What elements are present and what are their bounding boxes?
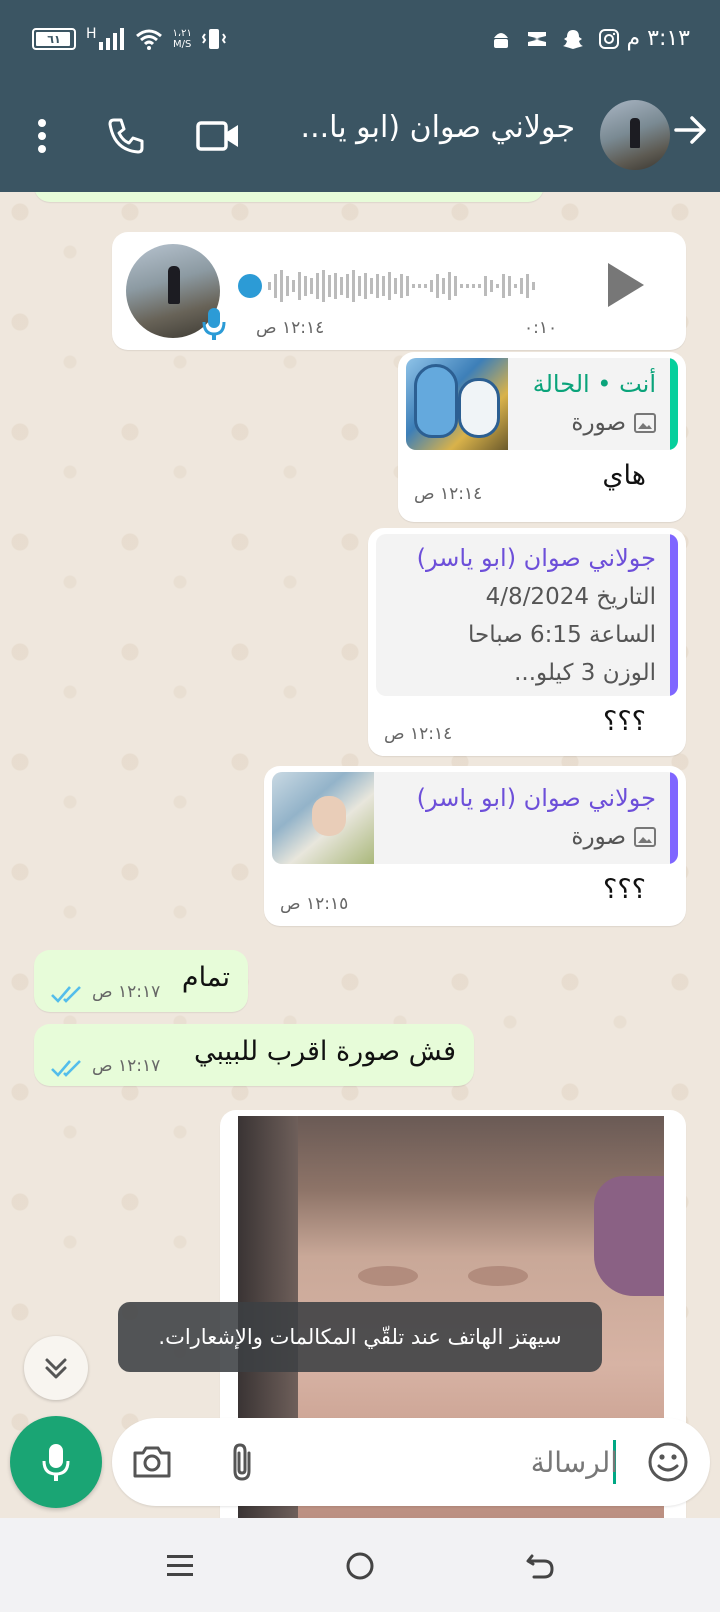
- message-time: ١٢:١٥ ص: [280, 894, 349, 914]
- camera-button[interactable]: [128, 1438, 176, 1486]
- quote-line: التاريخ 4/8/2024: [485, 584, 656, 610]
- quote-sender: جولاني صوان (ابو ياسر): [416, 784, 656, 812]
- voice-record-button[interactable]: [10, 1416, 102, 1508]
- more-options-button[interactable]: [20, 114, 64, 158]
- home-circle-icon: [346, 1552, 374, 1580]
- camera-icon: [133, 1446, 171, 1478]
- quote-sender: أنت • الحالة: [532, 370, 656, 398]
- message-time: ١٢:١٤ ص: [256, 318, 325, 338]
- quote-media-label: صورة: [571, 410, 656, 436]
- menu-icon: [167, 1555, 193, 1576]
- quote-bar: [670, 358, 678, 450]
- top-bar: ٦١ H ١،٢١ M/S ٣:١٣ م جولاني صوان (ابو يا.…: [0, 0, 720, 192]
- message-input[interactable]: [288, 1432, 618, 1492]
- voice-call-button[interactable]: [104, 114, 148, 158]
- status-thumbnail: [406, 358, 508, 450]
- more-options-icon: [38, 119, 46, 153]
- message-composer: [112, 1418, 710, 1506]
- image-icon: [634, 827, 656, 847]
- quoted-message[interactable]: جولاني صوان (ابو ياسر) التاريخ 4/8/2024 …: [376, 534, 678, 696]
- attach-button[interactable]: [218, 1438, 266, 1486]
- system-nav-bar: [0, 1518, 720, 1612]
- voice-duration: ٠:١٠: [524, 318, 558, 338]
- quote-line: الساعة 6:15 صباحا: [468, 622, 656, 648]
- message-text: ؟؟؟: [603, 706, 646, 737]
- reply-image-bubble[interactable]: جولاني صوان (ابو ياسر) صورة ؟؟؟ ١٢:١٥ ص: [264, 766, 686, 926]
- reply-status-bubble[interactable]: أنت • الحالة صورة هاي ١٢:١٤ ص: [398, 352, 686, 522]
- quote-line: الوزن 3 كيلو...: [514, 660, 656, 686]
- voice-waveform: [238, 270, 535, 302]
- image-icon: [634, 413, 656, 433]
- home-button[interactable]: [338, 1544, 382, 1588]
- message-time: ١٢:١٧ ص: [92, 982, 161, 1002]
- battery-icon: ٦١: [32, 28, 76, 50]
- quote-sender: جولاني صوان (ابو ياسر): [416, 544, 656, 572]
- quoted-status[interactable]: أنت • الحالة صورة: [406, 358, 678, 450]
- message-text: ؟؟؟: [603, 874, 646, 905]
- battery-level: ٦١: [47, 32, 61, 46]
- message-text: فش صورة اقرب للبيبي: [194, 1036, 456, 1067]
- message-time: ١٢:١٤ ص: [384, 724, 453, 744]
- message-time: ١٢:١٧ ص: [92, 1056, 161, 1076]
- emoji-button[interactable]: [644, 1438, 692, 1486]
- read-ticks-icon: [51, 986, 81, 1003]
- vibrate-icon: [201, 29, 226, 49]
- recent-apps-button[interactable]: [158, 1544, 202, 1588]
- wifi-icon: [135, 29, 162, 50]
- mic-icon: [42, 1444, 70, 1481]
- message-text: تمام: [181, 962, 230, 993]
- message-text: هاي: [602, 460, 646, 491]
- signal-type: H: [86, 26, 97, 42]
- back-icon: [526, 1554, 554, 1579]
- toast-notification: سيهتز الهاتف عند تلقّي المكالمات والإشعا…: [118, 1302, 602, 1372]
- voice-call-icon: [108, 118, 144, 154]
- emoji-icon: [648, 1442, 688, 1482]
- instagram-icon: [599, 29, 619, 49]
- back-arrow-icon[interactable]: [670, 110, 710, 150]
- video-call-icon: [196, 121, 238, 151]
- contact-avatar[interactable]: [600, 100, 670, 170]
- snapchat-icon: [563, 30, 583, 49]
- double-chevron-down-icon: [45, 1358, 67, 1379]
- status-bar: ٦١ H ١،٢١ M/S ٣:١٣ م: [0, 0, 720, 80]
- capcut-icon: [528, 32, 546, 46]
- outgoing-message-bubble[interactable]: تمام ١٢:١٧ ص: [34, 950, 248, 1012]
- back-button[interactable]: [518, 1544, 562, 1588]
- video-call-button[interactable]: [196, 114, 240, 158]
- status-left: ٦١ H ١،٢١ M/S: [32, 26, 226, 50]
- voice-message-bubble[interactable]: ٠:١٠ ١٢:١٤ ص: [112, 232, 686, 350]
- android-icon: [494, 33, 508, 48]
- chat-header: جولاني صوان (ابو يا...: [0, 92, 720, 176]
- play-icon[interactable]: [604, 260, 646, 310]
- message-time: ١٢:١٤ ص: [414, 484, 483, 504]
- quoted-image-thumbnail: [272, 772, 374, 864]
- net-speed: ١،٢١ M/S: [172, 28, 192, 50]
- quoted-image[interactable]: جولاني صوان (ابو ياسر) صورة: [272, 772, 678, 864]
- read-ticks-icon: [51, 1060, 81, 1077]
- attach-icon: [233, 1443, 251, 1481]
- signal-icon: [98, 28, 124, 50]
- mic-badge-icon: [202, 308, 226, 340]
- contact-name[interactable]: جولاني صوان (ابو يا...: [275, 110, 575, 145]
- quote-bar: [670, 772, 678, 864]
- quote-media-label: صورة: [571, 824, 656, 850]
- clock: ٣:١٣ م: [626, 26, 691, 51]
- status-right: [490, 28, 620, 50]
- reply-text-bubble[interactable]: جولاني صوان (ابو ياسر) التاريخ 4/8/2024 …: [368, 528, 686, 756]
- outgoing-message-bubble[interactable]: فش صورة اقرب للبيبي ١٢:١٧ ص: [34, 1024, 474, 1086]
- previous-media-bubble[interactable]: [34, 192, 544, 202]
- scroll-to-bottom-button[interactable]: [24, 1336, 88, 1400]
- quote-bar: [670, 534, 678, 696]
